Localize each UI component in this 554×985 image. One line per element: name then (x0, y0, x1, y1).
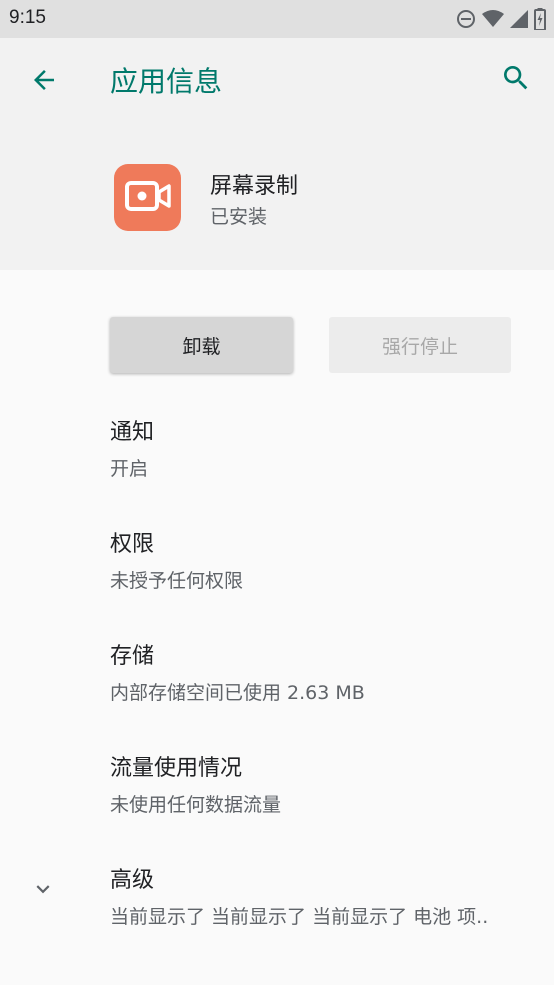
item-subtitle: 内部存储空间已使用 2.63 MB (110, 682, 365, 704)
item-subtitle: 当前显示了 当前显示了 当前显示了 电池 项.. (110, 906, 489, 928)
item-title: 通知 (110, 420, 155, 445)
data-usage-item[interactable]: 流量使用情况 未使用任何数据流量 (110, 750, 540, 817)
battery-charging-icon (534, 8, 546, 30)
notifications-item[interactable]: 通知 开启 (110, 414, 540, 481)
app-header: 屏幕录制 已安装 (0, 122, 554, 270)
status-bar: 9:15 (0, 0, 554, 38)
status-time: 9:15 (9, 7, 46, 28)
chevron-down-icon (30, 876, 56, 906)
permissions-item[interactable]: 权限 未授予任何权限 (110, 526, 540, 593)
back-button[interactable] (26, 64, 62, 100)
item-subtitle: 未使用任何数据流量 (110, 794, 282, 816)
item-subtitle: 未授予任何权限 (110, 570, 244, 592)
wifi-icon (482, 10, 504, 28)
video-camera-icon (124, 180, 171, 216)
item-title: 存储 (110, 644, 155, 669)
signal-icon (510, 10, 528, 28)
page-title: 应用信息 (110, 65, 223, 98)
item-title: 流量使用情况 (110, 756, 243, 781)
uninstall-button[interactable]: 卸载 (110, 317, 293, 373)
item-title: 高级 (110, 868, 155, 893)
item-subtitle: 开启 (110, 458, 149, 480)
expand-advanced-button[interactable] (28, 876, 58, 906)
item-title: 权限 (110, 532, 155, 557)
search-button[interactable] (498, 62, 534, 98)
arrow-back-icon (29, 65, 59, 99)
app-bar: 应用信息 (0, 38, 554, 122)
do-not-disturb-icon (456, 9, 476, 29)
advanced-item[interactable]: 高级 当前显示了 当前显示了 当前显示了 电池 项.. (110, 862, 540, 929)
app-name: 屏幕录制 (210, 174, 299, 199)
force-stop-button[interactable]: 强行停止 (329, 317, 511, 373)
status-icons (456, 8, 546, 30)
search-icon (500, 62, 532, 98)
app-icon (114, 164, 181, 231)
app-install-status: 已安装 (210, 206, 268, 228)
storage-item[interactable]: 存储 内部存储空间已使用 2.63 MB (110, 638, 540, 705)
